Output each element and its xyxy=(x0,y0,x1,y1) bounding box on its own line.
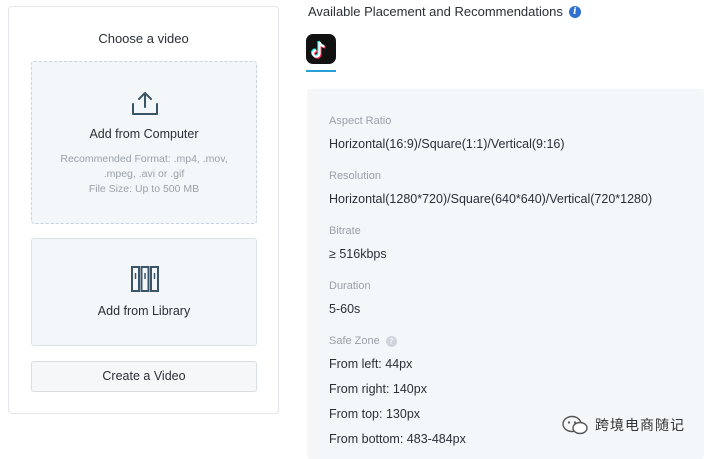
add-from-library-button[interactable]: Add from Library xyxy=(31,238,257,346)
resolution-value: Horizontal(1280*720)/Square(640*640)/Ver… xyxy=(329,192,653,206)
panel-title: Choose a video xyxy=(98,31,189,46)
upload-format-hint: Recommended Format: .mp4, .mov, .mpeg, .… xyxy=(60,153,228,195)
info-icon[interactable]: i xyxy=(568,5,581,18)
placement-heading: Available Placement and Recommendations … xyxy=(308,4,581,19)
duration-value: 5-60s xyxy=(329,302,361,316)
selected-placement-indicator xyxy=(306,70,336,72)
add-from-computer-dropzone[interactable]: Add from Computer Recommended Format: .m… xyxy=(31,61,257,224)
watermark: 跨境电商随记 xyxy=(561,414,685,436)
wechat-logo-icon xyxy=(562,415,588,435)
upload-icon xyxy=(132,92,158,115)
bitrate-label: Bitrate xyxy=(329,225,361,237)
placement-heading-text: Available Placement and Recommendations xyxy=(308,4,563,19)
aspect-ratio-label: Aspect Ratio xyxy=(329,115,392,127)
safe-zone-top: From top: 130px xyxy=(329,407,421,421)
safe-zone-bottom: From bottom: 483-484px xyxy=(329,432,466,446)
video-source-panel: Choose a video Add from Computer Recomme… xyxy=(8,6,279,414)
safe-zone-left: From left: 44px xyxy=(329,357,413,371)
add-from-computer-label: Add from Computer xyxy=(89,127,199,141)
watermark-text: 跨境电商随记 xyxy=(595,418,685,434)
bitrate-value: ≥ 516kbps xyxy=(329,247,387,261)
tiktok-logo-icon[interactable] xyxy=(306,34,336,64)
tiktok-note-icon xyxy=(311,40,326,59)
help-icon[interactable]: ? xyxy=(385,335,397,347)
aspect-ratio-value: Horizontal(16:9)/Square(1:1)/Vertical(9:… xyxy=(329,137,565,151)
add-from-library-label: Add from Library xyxy=(97,304,191,318)
recommendations-panel: Aspect Ratio Horizontal(16:9)/Square(1:1… xyxy=(307,89,704,459)
safe-zone-label-text: Safe Zone xyxy=(329,335,380,347)
library-icon xyxy=(131,266,159,292)
safe-zone-right: From right: 140px xyxy=(329,382,427,396)
resolution-label: Resolution xyxy=(329,170,381,182)
create-video-button[interactable]: Create a Video xyxy=(31,361,257,392)
safe-zone-label: Safe Zone? xyxy=(329,335,397,347)
duration-label: Duration xyxy=(329,280,371,292)
